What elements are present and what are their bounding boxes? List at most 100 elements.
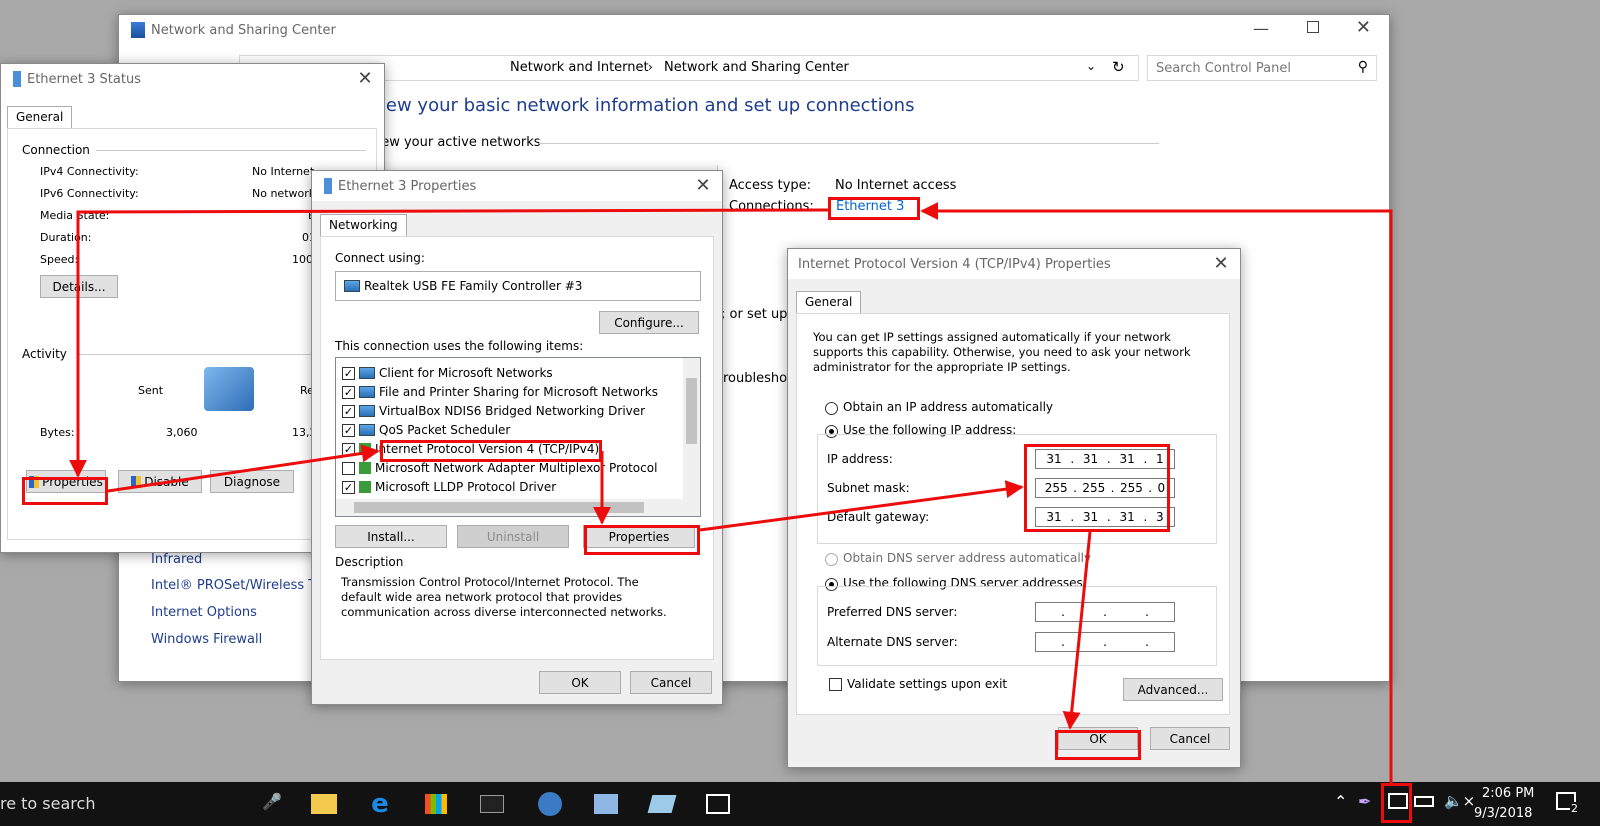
item-label: Microsoft LLDP Protocol Driver <box>375 480 557 494</box>
connect-using-label: Connect using: <box>335 251 425 265</box>
tray-chevron-up-icon[interactable]: ⌃ <box>1334 792 1347 811</box>
scroll-thumb[interactable] <box>686 378 697 444</box>
pen-icon[interactable]: ✒ <box>1358 792 1371 811</box>
control-panel-icon[interactable] <box>586 786 626 822</box>
item-checkbox[interactable]: ✓ <box>342 404 355 418</box>
validate-checkbox[interactable] <box>829 678 842 691</box>
ipv4-titlebar[interactable]: Internet Protocol Version 4 (TCP/IPv4) P… <box>788 249 1240 279</box>
obtain-ip-auto-label[interactable]: Obtain an IP address automatically <box>843 400 1053 414</box>
item-label: File and Printer Sharing for Microsoft N… <box>379 385 658 399</box>
edge-icon[interactable]: e <box>360 786 400 822</box>
status-titlebar[interactable]: Ethernet 3 Status <box>1 64 384 94</box>
uninstall-button: Uninstall <box>457 525 569 548</box>
clock-date[interactable]: 9/3/2018 <box>1474 806 1532 821</box>
terminal-icon[interactable] <box>472 786 512 822</box>
taskbar: re to search 🎤 e ⌃ ✒ 🔈× 2:06 PM 9/3/2018… <box>0 782 1600 826</box>
service-icon <box>359 386 375 398</box>
access-type-label: Access type: <box>729 178 812 193</box>
list-item[interactable]: ✓ VirtualBox NDIS6 Bridged Networking Dri… <box>342 402 645 420</box>
photos-icon[interactable] <box>698 786 738 822</box>
chevron-down-icon[interactable]: ⌄ <box>1086 59 1096 73</box>
ipv4-connectivity-label: IPv4 Connectivity: <box>40 165 139 178</box>
props-ok-button[interactable]: OK <box>539 671 621 694</box>
search-input[interactable]: Search Control Panel <box>1156 61 1291 76</box>
tab-general[interactable]: General <box>7 106 73 128</box>
items-list[interactable]: ✓ Client for Microsoft Networks ✓ File and… <box>335 357 701 517</box>
search-icon[interactable]: ⚲ <box>1358 59 1368 75</box>
network-adapter-icon <box>344 280 360 292</box>
advanced-button[interactable]: Advanced... <box>1123 678 1223 701</box>
refresh-icon[interactable]: ↻ <box>1112 58 1125 76</box>
horizontal-scrollbar[interactable] <box>336 499 700 516</box>
props-titlebar[interactable]: Ethernet 3 Properties <box>312 171 722 201</box>
vertical-scrollbar[interactable] <box>683 358 700 500</box>
list-item[interactable]: ✓ Client for Microsoft Networks <box>342 364 553 382</box>
microphone-icon[interactable]: 🎤 <box>262 792 282 811</box>
breadcrumb-network-internet[interactable]: Network and Internet <box>510 60 649 75</box>
ipv4-connectivity-value: No Internet <box>252 165 315 178</box>
page-title: View your basic network information and … <box>369 95 915 116</box>
breadcrumb-nsc[interactable]: Network and Sharing Center <box>664 60 849 75</box>
client-icon <box>359 367 375 379</box>
app-globe-icon[interactable] <box>530 786 570 822</box>
see-also-intel-proset[interactable]: Intel® PROSet/Wireless To <box>151 578 322 593</box>
configure-button[interactable]: Configure... <box>599 311 699 334</box>
dot: . <box>1145 635 1149 649</box>
battery-icon[interactable] <box>1414 796 1434 807</box>
preferred-dns-input[interactable]: ... <box>1035 602 1175 622</box>
volume-muted-icon[interactable]: 🔈× <box>1444 792 1475 810</box>
install-button[interactable]: Install... <box>335 525 447 548</box>
details-button[interactable]: Details... <box>40 275 118 298</box>
app-disk-icon[interactable] <box>642 786 682 822</box>
diagnose-button[interactable]: Diagnose <box>210 470 294 493</box>
ipv6-connectivity-label: IPv6 Connectivity: <box>40 187 139 200</box>
maximize-icon[interactable] <box>1307 21 1319 33</box>
item-label: QoS Packet Scheduler <box>379 423 511 437</box>
search-box[interactable]: Search Control Panel ⚲ <box>1147 55 1377 81</box>
ipv4-cancel-button[interactable]: Cancel <box>1150 727 1230 750</box>
scroll-thumb[interactable] <box>354 502 644 513</box>
highlight-ethernet-3-link <box>828 197 920 220</box>
media-state-label: Media State: <box>40 209 110 222</box>
item-checkbox[interactable]: ✓ <box>342 423 355 437</box>
adapter-name: Realtek USB FE Family Controller #3 <box>364 279 583 293</box>
tab-general[interactable]: General <box>796 291 862 313</box>
item-checkbox[interactable]: ✓ <box>342 442 355 456</box>
description-label: Description <box>335 555 404 569</box>
list-item[interactable]: ✓ File and Printer Sharing for Microsoft … <box>342 383 658 401</box>
props-cancel-button[interactable]: Cancel <box>630 671 712 694</box>
close-icon[interactable]: ✕ <box>1356 17 1371 38</box>
item-checkbox[interactable]: ✓ <box>342 385 355 399</box>
taskbar-search[interactable]: re to search <box>0 794 95 813</box>
see-also-internet-options[interactable]: Internet Options <box>151 605 257 620</box>
list-item[interactable]: ✓ Microsoft LLDP Protocol Driver <box>342 478 556 496</box>
item-checkbox[interactable]: ✓ <box>342 480 355 494</box>
subnet-mask-label: Subnet mask: <box>827 481 910 495</box>
tab-networking[interactable]: Networking <box>320 214 407 236</box>
network-icon <box>131 22 145 38</box>
see-also-windows-firewall[interactable]: Windows Firewall <box>151 632 262 647</box>
minimize-icon[interactable]: — <box>1253 19 1269 38</box>
store-icon[interactable] <box>416 786 456 822</box>
ipv4-close-icon[interactable]: ✕ <box>1210 253 1232 275</box>
clock-time[interactable]: 2:06 PM <box>1482 786 1534 801</box>
file-explorer-icon[interactable] <box>304 786 344 822</box>
alternate-dns-input[interactable]: ... <box>1035 632 1175 652</box>
disable-button[interactable]: Disable <box>118 470 202 493</box>
dns-group-box <box>817 586 1217 666</box>
section-divider <box>539 143 1159 144</box>
active-networks-header: View your active networks <box>369 135 541 150</box>
validate-label[interactable]: Validate settings upon exit <box>847 677 1007 691</box>
dot: . <box>1145 605 1149 619</box>
item-checkbox[interactable] <box>342 461 355 475</box>
status-close-icon[interactable]: ✕ <box>354 68 376 90</box>
nsc-titlebar[interactable]: Network and Sharing Center <box>119 15 1389 45</box>
item-checkbox[interactable]: ✓ <box>342 366 355 380</box>
connection-divider <box>96 150 366 151</box>
props-close-icon[interactable]: ✕ <box>692 175 714 197</box>
obtain-ip-auto-radio[interactable] <box>825 402 838 415</box>
list-item[interactable]: ✓ QoS Packet Scheduler <box>342 421 510 439</box>
items-label: This connection uses the following items… <box>335 339 584 353</box>
see-also-infrared[interactable]: Infrared <box>151 552 202 567</box>
service-icon <box>359 424 375 436</box>
